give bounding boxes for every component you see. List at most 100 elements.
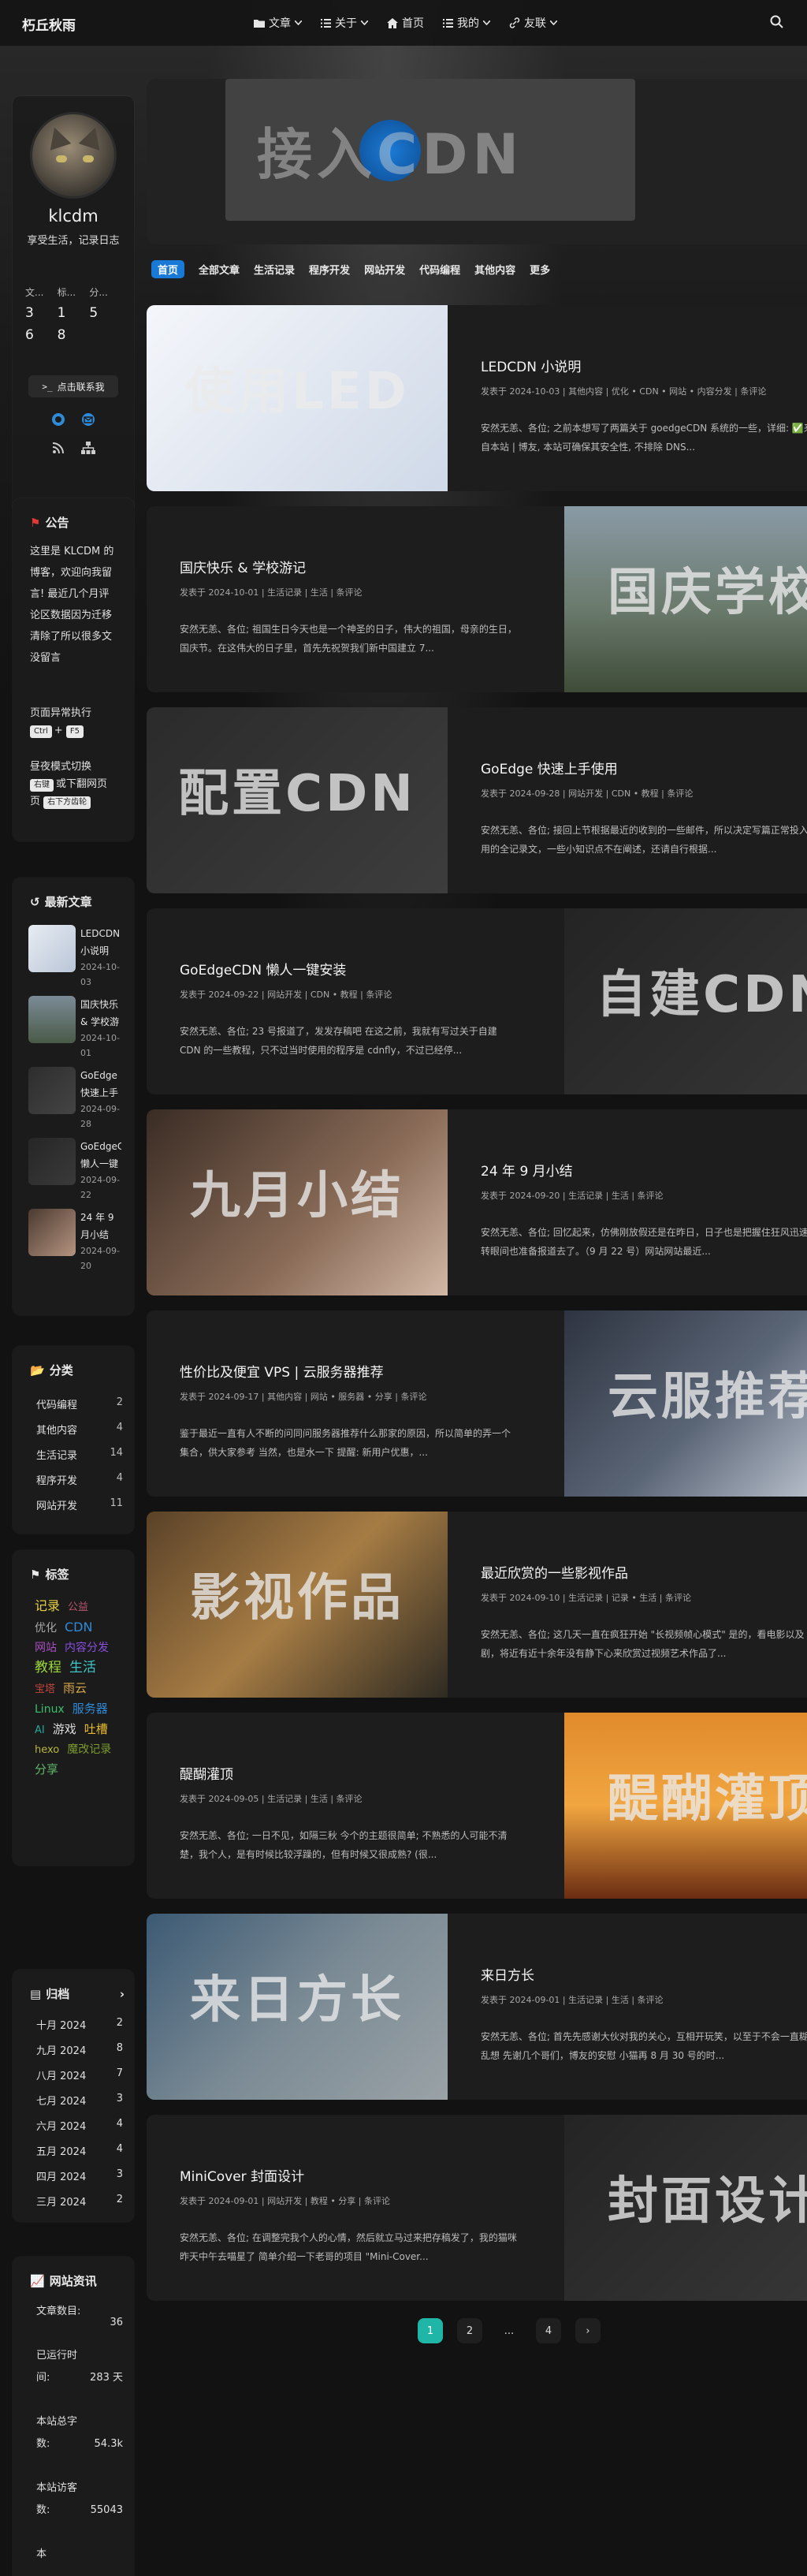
nav-item-about[interactable]: 关于 [321, 15, 368, 31]
page-button[interactable]: 4 [536, 2318, 561, 2343]
archive-item[interactable]: 九月 2024 8 [36, 2042, 123, 2057]
post-thumbnail[interactable]: 使用LED [147, 305, 448, 491]
tag-link[interactable]: 内容分发 [65, 1638, 109, 1658]
post-thumbnail[interactable]: 影视作品 [147, 1512, 448, 1698]
category-item[interactable]: 其他内容 4 [36, 1422, 123, 1437]
post-thumbnail[interactable]: 来日方长 [147, 1914, 448, 2100]
post-card[interactable]: 影视作品 最近欣赏的一些影视作品 发表于 2024-09-10 | 生活记录 | 记… [147, 1512, 807, 1698]
github-icon[interactable] [50, 412, 66, 427]
post-card[interactable]: 封面设计 MiniCover 封面设计 发表于 2024-09-01 | 网站开发 … [147, 2115, 807, 2301]
tag-link[interactable]: 雨云 [63, 1679, 87, 1698]
post-title[interactable]: 醍醐灌顶 [180, 1763, 233, 1783]
tag-link[interactable]: 记录 [35, 1596, 60, 1616]
tab-programming[interactable]: 程序开发 [309, 262, 350, 277]
tab-coding[interactable]: 代码编程 [419, 262, 460, 277]
rss-icon[interactable] [50, 440, 66, 456]
recent-post-thumbnail[interactable] [28, 1067, 76, 1114]
post-card[interactable]: 来日方长 来日方长 发表于 2024-09-01 | 生活记录 | 生活 | 条评论… [147, 1914, 807, 2100]
contact-me-button[interactable]: >_ 点击联系我 [28, 375, 118, 397]
stat-value[interactable]: 3 [25, 305, 58, 321]
archive-item[interactable]: 四月 2024 3 [36, 2168, 123, 2183]
stat-value[interactable] [89, 327, 121, 343]
post-card[interactable]: 云服推荐 性价比及便宜 VPS | 云服务器推荐 发表于 2024-09-17 | … [147, 1310, 807, 1497]
post-title[interactable]: 最近欣赏的一些影视作品 [481, 1562, 628, 1582]
post-title[interactable]: MiniCover 封面设计 [180, 2165, 304, 2185]
post-title[interactable]: 性价比及便宜 VPS | 云服务器推荐 [180, 1361, 384, 1381]
tag-link[interactable]: 优化 [35, 1619, 57, 1638]
post-thumbnail[interactable]: 自建CDN [564, 908, 807, 1094]
archive-item[interactable]: 六月 2024 4 [36, 2118, 123, 2133]
recent-post-item[interactable]: GoEdge 快速上手使用 2024-09-28 [28, 1067, 123, 1129]
sitemap-icon[interactable] [80, 440, 96, 456]
chevron-right-icon[interactable]: › [120, 1987, 125, 2001]
post-title[interactable]: 国庆快乐 & 学校游记 [180, 557, 306, 576]
tag-link[interactable]: 分享 [35, 1760, 58, 1780]
post-thumbnail[interactable]: 封面设计 [564, 2115, 807, 2301]
page-button[interactable]: 2 [457, 2318, 482, 2343]
tag-link[interactable]: 教程 [35, 1658, 61, 1678]
next-page-button[interactable]: › [575, 2318, 601, 2343]
category-item[interactable]: 生活记录 14 [36, 1447, 123, 1462]
post-title[interactable]: GoEdgeCDN 懒人一键安装 [180, 959, 346, 979]
tab-life[interactable]: 生活记录 [254, 262, 295, 277]
archive-item[interactable]: 八月 2024 7 [36, 2067, 123, 2082]
nav-item-home[interactable]: 首页 [387, 15, 424, 31]
page-button[interactable]: 1 [418, 2318, 443, 2343]
nav-item-articles[interactable]: 文章 [254, 15, 302, 31]
archive-item[interactable]: 七月 2024 3 [36, 2093, 123, 2108]
post-card[interactable]: 配置CDN GoEdge 快速上手使用 发表于 2024-09-28 | 网站开发 … [147, 707, 807, 893]
stat-value[interactable]: 5 [89, 305, 121, 321]
category-item[interactable]: 代码编程 2 [36, 1396, 123, 1411]
archive-item[interactable]: 五月 2024 4 [36, 2143, 123, 2158]
post-thumbnail[interactable]: 醍醐灌顶 [564, 1713, 807, 1899]
tag-link[interactable]: hexo [35, 1740, 59, 1760]
stat-value[interactable]: 8 [58, 327, 90, 343]
tag-link[interactable]: Linux [35, 1700, 65, 1720]
recent-post-thumbnail[interactable] [28, 996, 76, 1043]
featured-banner[interactable]: 接入CDN [147, 79, 807, 244]
archive-item[interactable]: 十月 2024 2 [36, 2017, 123, 2032]
site-brand[interactable]: 朽丘秋雨 [22, 14, 76, 34]
tag-link[interactable]: 生活 [69, 1658, 96, 1678]
recent-post-item[interactable]: 国庆快乐 & 学校游记 2024-10-01 [28, 996, 123, 1058]
tag-link[interactable]: 魔改记录 [67, 1740, 111, 1760]
stat-value[interactable]: 6 [25, 327, 58, 343]
tag-link[interactable]: CDN [65, 1617, 92, 1637]
category-item[interactable]: 程序开发 4 [36, 1472, 123, 1487]
post-card[interactable]: 国庆学校 国庆快乐 & 学校游记 发表于 2024-10-01 | 生活记录 | 生… [147, 506, 807, 692]
post-title[interactable]: 来日方长 [481, 1964, 534, 1984]
post-card[interactable]: 自建CDN GoEdgeCDN 懒人一键安装发表于 2024-09-22 | 网站… [147, 908, 807, 1094]
post-thumbnail[interactable]: 云服推荐 [564, 1310, 807, 1497]
tag-link[interactable]: 网站 [35, 1638, 57, 1658]
nav-item-mine[interactable]: 我的 [443, 15, 490, 31]
recent-post-item[interactable]: 24 年 9 月小结 2024-09-20 [28, 1209, 123, 1271]
post-title[interactable]: 24 年 9 月小结 [481, 1160, 573, 1180]
tag-link[interactable]: 公益 [68, 1597, 88, 1617]
post-thumbnail[interactable]: 配置CDN [147, 707, 448, 893]
post-title[interactable]: GoEdge 快速上手使用 [481, 758, 618, 777]
post-title[interactable]: LEDCDN 小说明 [481, 356, 581, 375]
tab-all-posts[interactable]: 全部文章 [199, 262, 240, 277]
stat-value[interactable]: 1 [58, 305, 90, 321]
archive-item[interactable]: 三月 2024 2 [36, 2194, 123, 2209]
recent-post-thumbnail[interactable] [28, 1209, 76, 1256]
post-card[interactable]: 使用LED LEDCDN 小说明 发表于 2024-10-03 | 其他内容 | 优… [147, 305, 807, 491]
post-thumbnail[interactable]: 九月小结 [147, 1109, 448, 1295]
tab-more[interactable]: 更多 [530, 262, 550, 277]
recent-post-thumbnail[interactable] [28, 1138, 76, 1185]
tag-link[interactable]: 服务器 [73, 1699, 108, 1719]
tag-link[interactable]: 吐槽 [84, 1720, 108, 1739]
recent-post-item[interactable]: LEDCDN 小说明 2024-10-03 [28, 925, 123, 987]
category-item[interactable]: 网站开发 11 [36, 1497, 123, 1512]
avatar[interactable] [30, 112, 117, 199]
post-card[interactable]: 醍醐灌顶 醍醐灌顶 发表于 2024-09-05 | 生活记录 | 生活 | 条评论… [147, 1713, 807, 1899]
tag-link[interactable]: 游戏 [53, 1720, 76, 1739]
post-card[interactable]: 九月小结 24 年 9 月小结 发表于 2024-09-20 | 生活记录 | 生活… [147, 1109, 807, 1295]
email-icon[interactable] [80, 412, 96, 427]
tag-link[interactable]: 宝塔 [35, 1679, 55, 1699]
search-icon[interactable] [769, 14, 785, 30]
tab-home[interactable]: 首页 [151, 260, 185, 278]
tab-other[interactable]: 其他内容 [474, 262, 515, 277]
post-thumbnail[interactable]: 国庆学校 [564, 506, 807, 692]
recent-post-item[interactable]: GoEdgeCDN 懒人一键安装 2024-09-22 [28, 1138, 123, 1200]
